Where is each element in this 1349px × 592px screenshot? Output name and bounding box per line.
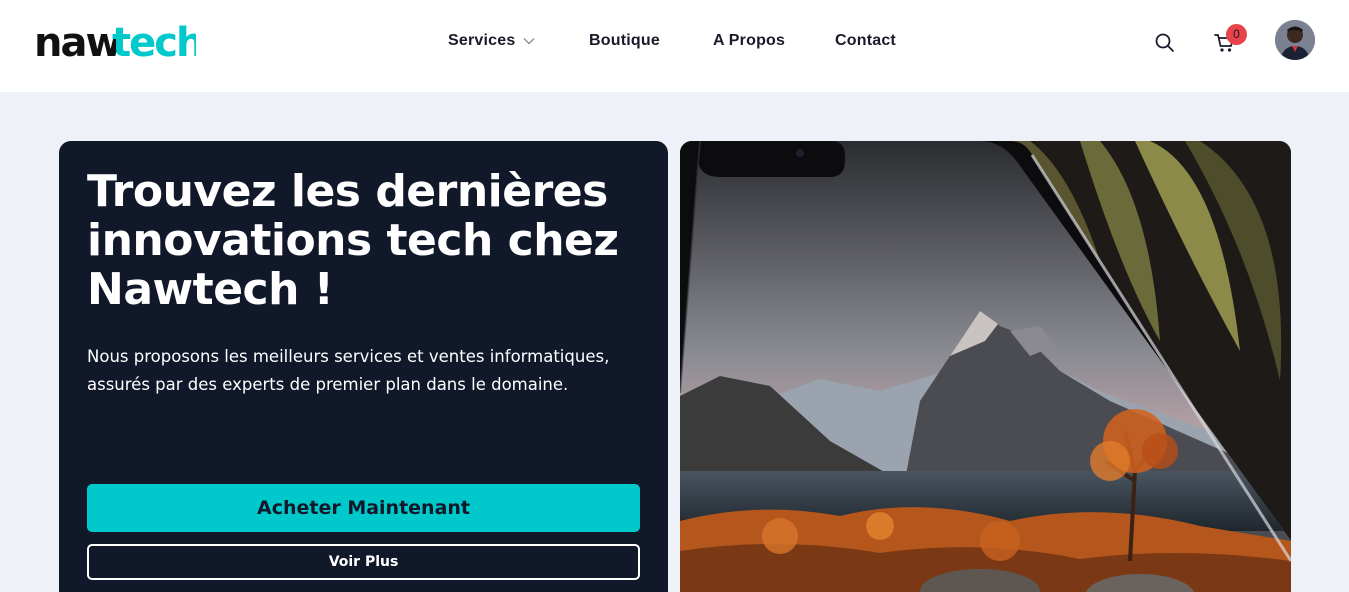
hero-image: [680, 141, 1291, 592]
site-header: naw tech Services Boutique A Propos Cont…: [0, 0, 1349, 92]
cart-count-badge: 0: [1226, 24, 1247, 45]
nav-item-boutique[interactable]: Boutique: [589, 32, 660, 50]
see-more-button[interactable]: Voir Plus: [87, 544, 640, 580]
search-icon[interactable]: [1154, 32, 1176, 54]
hero-title: Trouvez les dernières innovations tech c…: [87, 166, 619, 315]
nav-item-contact[interactable]: Contact: [835, 32, 896, 50]
svg-text:tech: tech: [112, 22, 196, 64]
buy-now-button[interactable]: Acheter Maintenant: [87, 484, 640, 532]
nav-item-services[interactable]: Services: [448, 32, 535, 50]
nav-item-a-propos[interactable]: A Propos: [713, 32, 785, 50]
svg-text:naw: naw: [34, 22, 121, 64]
hero-card: Trouvez les dernières innovations tech c…: [59, 141, 668, 592]
brand-logo[interactable]: naw tech: [34, 20, 204, 66]
chevron-down-icon: [523, 32, 535, 50]
nav-item-label: Services: [448, 32, 516, 50]
avatar[interactable]: [1275, 20, 1315, 60]
hero-description: Nous proposons les meilleurs services et…: [87, 347, 610, 394]
